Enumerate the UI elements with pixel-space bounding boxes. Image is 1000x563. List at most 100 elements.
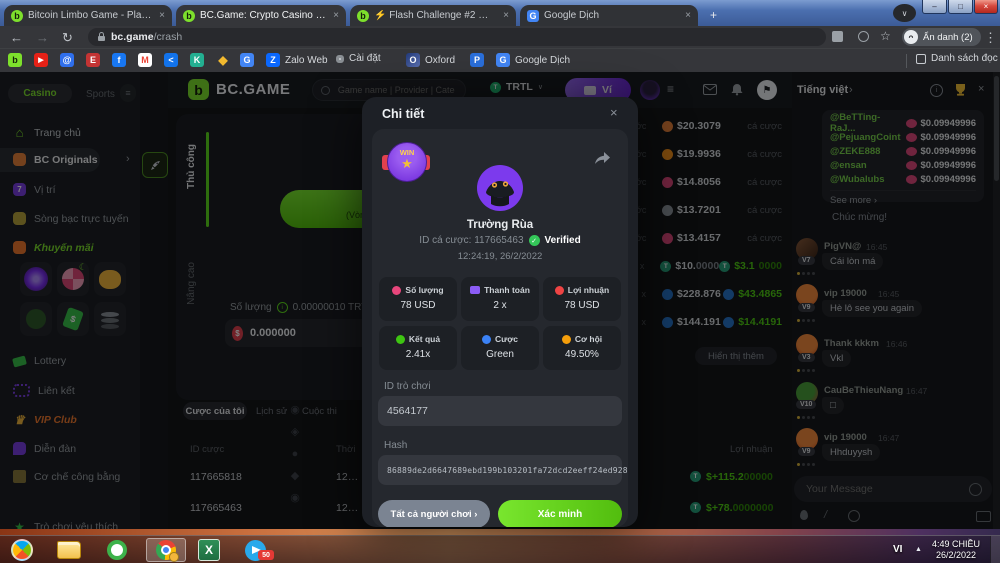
bookmark-messenger[interactable]: @	[60, 53, 74, 67]
hash-field[interactable]: 86889de2d6647689ebd199b103201fa72dcd2eef…	[378, 455, 622, 485]
stat-chance: Cơ hội 49.50%	[543, 326, 621, 370]
bcgame-favicon: b	[11, 10, 23, 22]
bookmark-translate[interactable]: G	[240, 53, 254, 67]
show-desktop-button[interactable]	[990, 536, 1000, 563]
reading-list-button[interactable]: Danh sách đọc	[916, 53, 998, 64]
bookmark-zalo[interactable]: Z Zalo Web	[266, 53, 328, 67]
bookmarks-bar: b ▶ @ E f M < K ◆ G Z Zalo Web Cài đặt O…	[0, 48, 1000, 72]
tab-title: Bitcoin Limbo Game - Play Limbo	[28, 10, 155, 21]
bookmark-binance[interactable]: ◆	[216, 53, 230, 67]
green-app-button[interactable]	[100, 538, 134, 562]
result-stat-icon	[396, 335, 405, 344]
forward-icon[interactable]: →	[36, 30, 49, 45]
incognito-icon: ᴖ	[904, 30, 918, 44]
windows-orb-icon	[11, 539, 33, 561]
zoom-page-icon[interactable]	[858, 31, 869, 42]
maximize-button[interactable]: □	[948, 0, 973, 14]
stat-result: Kết quả 2.41x	[379, 326, 457, 370]
bet-details-modal: Chi tiết × WIN ★ Trường Rùa ID cá cược: …	[362, 97, 638, 527]
bookmark-settings[interactable]: Cài đặt	[336, 53, 381, 64]
tray-time: 4:49 CHIỀU	[930, 539, 982, 550]
bookmark-e[interactable]: E	[86, 53, 100, 67]
tray-expand-icon[interactable]: ▲	[915, 546, 922, 553]
tab-search-chevron-icon[interactable]: ∨	[893, 4, 916, 22]
browser-tab-1[interactable]: b Bitcoin Limbo Game - Play Limbo ×	[4, 5, 172, 26]
bet-id-text: ID cá cược: 117665463	[419, 235, 523, 246]
notification-badge: 50	[258, 550, 274, 560]
translate-favicon: G	[527, 10, 539, 22]
tab-title: BC.Game: Crypto Casino Games	[200, 10, 329, 21]
screen: b Bitcoin Limbo Game - Play Limbo × b BC…	[0, 0, 1000, 563]
browser-menu-icon[interactable]: ⋮	[984, 30, 997, 46]
reading-list-icon	[916, 54, 926, 64]
tab-close-icon[interactable]: ×	[499, 10, 509, 21]
clock[interactable]: 4:49 CHIỀU 26/2/2022	[930, 539, 982, 561]
explorer-button[interactable]	[52, 538, 86, 562]
translate-page-icon[interactable]	[832, 31, 843, 42]
game-id-value: 4564177	[387, 405, 428, 417]
url-path: /crash	[154, 31, 183, 43]
verify-button[interactable]: Xác minh	[498, 500, 622, 527]
bookmark-share[interactable]: <	[164, 53, 178, 67]
tray-date: 26/2/2022	[930, 550, 982, 561]
bookmark-facebook[interactable]: f	[112, 53, 126, 67]
chrome-button-active[interactable]	[146, 538, 186, 562]
bookmark-oxford[interactable]: O Oxford	[406, 53, 455, 67]
stat-bet: Cược Green	[461, 326, 539, 370]
tab-title: Google Dịch	[544, 10, 599, 21]
tab-close-icon[interactable]: ×	[155, 10, 165, 21]
all-players-button[interactable]: Tất cả người chơi ›	[378, 500, 490, 527]
tab-close-icon[interactable]: ×	[329, 10, 339, 21]
browser-tab-3[interactable]: b ⚡ Flash Challenge #2 ⚡ - Flash Ch ×	[350, 5, 516, 26]
game-id-label: ID trò chơi	[384, 381, 431, 392]
hash-label: Hash	[384, 440, 407, 451]
bookmark-youtube[interactable]: ▶	[34, 53, 48, 67]
bookmark-p[interactable]: P	[470, 53, 484, 67]
minimize-button[interactable]: –	[922, 0, 947, 14]
tab-title: ⚡ Flash Challenge #2 ⚡ - Flash Ch	[374, 10, 499, 21]
bookmark-kucoin[interactable]: K	[190, 53, 204, 67]
player-name: Trường Rùa	[372, 219, 628, 231]
amount-stat-icon	[392, 286, 401, 295]
green-app-icon	[107, 540, 127, 560]
browser-tab-2-active[interactable]: b BC.Game: Crypto Casino Games ×	[176, 5, 346, 26]
chrome-icon	[156, 540, 176, 560]
gear-icon	[336, 55, 344, 63]
payout-stat-icon	[470, 286, 480, 294]
game-id-field[interactable]: 4564177	[378, 396, 622, 426]
bookmark-googledich[interactable]: G Google Dịch	[496, 53, 570, 67]
win-star-icon: ★	[388, 157, 426, 170]
address-bar: ← → ↻ bc.game /crash ☆ ᴖ Ẩn danh (2) ⋮	[0, 26, 1000, 48]
tab-close-icon[interactable]: ×	[681, 10, 691, 21]
reload-icon[interactable]: ↻	[62, 30, 73, 46]
verified-check-icon: ✓	[529, 235, 540, 246]
back-icon[interactable]: ←	[10, 30, 23, 45]
url-field[interactable]: bc.game /crash	[88, 28, 826, 46]
share-icon[interactable]	[594, 151, 611, 165]
new-tab-button[interactable]: +	[706, 7, 721, 22]
modal-close-icon[interactable]: ×	[610, 105, 618, 120]
language-indicator[interactable]: VI	[893, 544, 902, 555]
stat-profit: Lợi nhuận 78 USD	[543, 277, 621, 321]
player-avatar[interactable]	[477, 165, 523, 211]
start-button[interactable]	[5, 538, 39, 562]
bookmark-star-icon[interactable]: ☆	[880, 29, 891, 43]
excel-button[interactable]: X	[192, 538, 226, 562]
profile-badge[interactable]: ᴖ Ẩn danh (2)	[902, 28, 981, 46]
divider	[906, 54, 907, 68]
windows-taskbar: X 50 VI ▲ 4:49 CHIỀU 26/2/2022	[0, 535, 1000, 563]
bcgame-favicon: b	[183, 10, 195, 22]
hash-value: 86889de2d6647689ebd199b103201fa72dcd2eef…	[387, 466, 628, 475]
verified-label: Verified	[545, 235, 581, 246]
bookmark-gmail[interactable]: M	[138, 53, 152, 67]
telegram-button[interactable]: 50	[238, 538, 272, 562]
excel-icon: X	[198, 539, 220, 561]
chance-stat-icon	[562, 335, 571, 344]
bookmark-bcgame[interactable]: b	[8, 53, 22, 67]
close-button[interactable]: ×	[974, 0, 998, 14]
modal-title: Chi tiết	[382, 107, 424, 121]
profit-stat-icon	[555, 286, 564, 295]
bcgame-favicon: b	[357, 10, 369, 22]
browser-tab-4[interactable]: G Google Dịch ×	[520, 5, 698, 26]
window-titlebar: b Bitcoin Limbo Game - Play Limbo × b BC…	[0, 0, 1000, 26]
